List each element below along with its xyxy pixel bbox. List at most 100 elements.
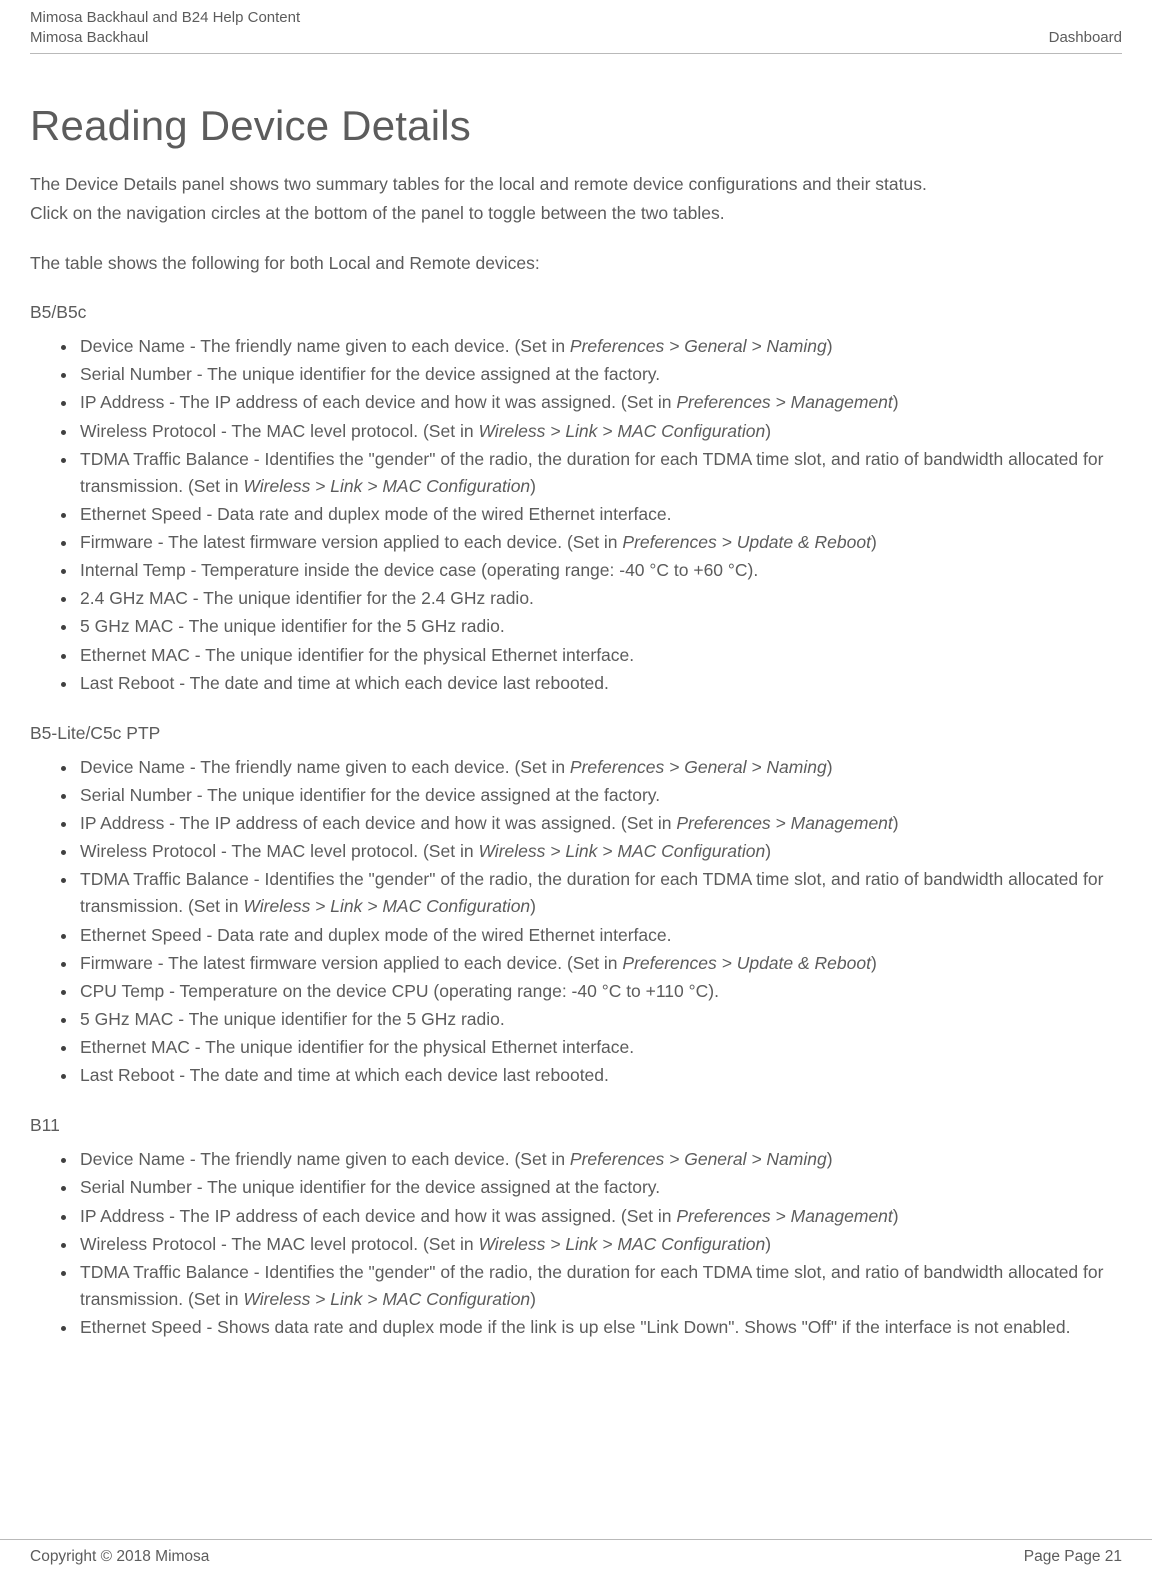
list-item: Serial Number - The unique identifier fo…: [78, 782, 1122, 809]
section-heading: B11: [30, 1115, 1122, 1136]
list-item: TDMA Traffic Balance - Identifies the "g…: [78, 446, 1122, 500]
list-item-tail: ): [827, 1149, 833, 1169]
page-footer: Copyright © 2018 Mimosa Page Page 21: [0, 1539, 1152, 1566]
page-title: Reading Device Details: [30, 102, 1122, 150]
list-item-text: TDMA Traffic Balance - Identifies the "g…: [80, 869, 1103, 916]
nav-path: Wireless > Link > MAC Configuration: [243, 1289, 530, 1309]
page-header: Mimosa Backhaul and B24 Help Content Mim…: [30, 8, 1122, 54]
list-item-text: Wireless Protocol - The MAC level protoc…: [80, 421, 478, 441]
list-item: Firmware - The latest firmware version a…: [78, 529, 1122, 556]
list-item-text: Serial Number - The unique identifier fo…: [80, 785, 660, 805]
list-item: Internal Temp - Temperature inside the d…: [78, 557, 1122, 584]
list-item: Ethernet Speed - Shows data rate and dup…: [78, 1314, 1122, 1341]
list-item-tail: ): [871, 532, 877, 552]
intro-paragraph-3: The table shows the following for both L…: [30, 251, 1122, 276]
nav-path: Preferences > Management: [676, 392, 892, 412]
section-heading: B5/B5c: [30, 302, 1122, 323]
nav-path: Preferences > General > Naming: [570, 336, 827, 356]
list-item-tail: ): [765, 421, 771, 441]
footer-page-number: Page Page 21: [1024, 1548, 1122, 1566]
list-item: Firmware - The latest firmware version a…: [78, 950, 1122, 977]
list-item-text: Wireless Protocol - The MAC level protoc…: [80, 1234, 478, 1254]
list-item-text: Serial Number - The unique identifier fo…: [80, 364, 660, 384]
list-item: Serial Number - The unique identifier fo…: [78, 361, 1122, 388]
list-item: Wireless Protocol - The MAC level protoc…: [78, 418, 1122, 445]
list-item-tail: ): [827, 757, 833, 777]
header-line2-right: Dashboard: [1049, 28, 1122, 48]
nav-path: Preferences > General > Naming: [570, 1149, 827, 1169]
list-item-tail: ): [765, 841, 771, 861]
detail-list: Device Name - The friendly name given to…: [30, 754, 1122, 1090]
nav-path: Preferences > Update & Reboot: [622, 532, 871, 552]
list-item-tail: ): [530, 896, 536, 916]
list-item-tail: ): [893, 813, 899, 833]
list-item: IP Address - The IP address of each devi…: [78, 389, 1122, 416]
nav-path: Wireless > Link > MAC Configuration: [478, 421, 765, 441]
list-item: TDMA Traffic Balance - Identifies the "g…: [78, 1259, 1122, 1313]
footer-copyright: Copyright © 2018 Mimosa: [30, 1548, 209, 1566]
list-item-text: Wireless Protocol - The MAC level protoc…: [80, 841, 478, 861]
section-heading: B5-Lite/C5c PTP: [30, 723, 1122, 744]
list-item-text: IP Address - The IP address of each devi…: [80, 1206, 676, 1226]
list-item-text: IP Address - The IP address of each devi…: [80, 392, 676, 412]
list-item: Device Name - The friendly name given to…: [78, 333, 1122, 360]
list-item-tail: ): [827, 336, 833, 356]
detail-list: Device Name - The friendly name given to…: [30, 1146, 1122, 1341]
list-item-tail: ): [893, 1206, 899, 1226]
list-item-text: Ethernet Speed - Data rate and duplex mo…: [80, 504, 671, 524]
list-item-text: Internal Temp - Temperature inside the d…: [80, 560, 758, 580]
list-item-text: Ethernet Speed - Shows data rate and dup…: [80, 1317, 1071, 1337]
list-item-text: Firmware - The latest firmware version a…: [80, 532, 622, 552]
nav-path: Preferences > Update & Reboot: [622, 953, 871, 973]
list-item: IP Address - The IP address of each devi…: [78, 1203, 1122, 1230]
list-item-tail: ): [871, 953, 877, 973]
list-item: 2.4 GHz MAC - The unique identifier for …: [78, 585, 1122, 612]
list-item-text: IP Address - The IP address of each devi…: [80, 813, 676, 833]
list-item: 5 GHz MAC - The unique identifier for th…: [78, 1006, 1122, 1033]
list-item-tail: ): [765, 1234, 771, 1254]
list-item: Ethernet Speed - Data rate and duplex mo…: [78, 501, 1122, 528]
list-item-text: Ethernet MAC - The unique identifier for…: [80, 1037, 634, 1057]
nav-path: Wireless > Link > MAC Configuration: [243, 476, 530, 496]
list-item: Wireless Protocol - The MAC level protoc…: [78, 838, 1122, 865]
list-item: 5 GHz MAC - The unique identifier for th…: [78, 613, 1122, 640]
detail-list: Device Name - The friendly name given to…: [30, 333, 1122, 697]
list-item-text: 5 GHz MAC - The unique identifier for th…: [80, 616, 505, 636]
nav-path: Preferences > Management: [676, 813, 892, 833]
list-item-text: Device Name - The friendly name given to…: [80, 1149, 570, 1169]
list-item-tail: ): [530, 476, 536, 496]
list-item-text: Serial Number - The unique identifier fo…: [80, 1177, 660, 1197]
list-item: Device Name - The friendly name given to…: [78, 754, 1122, 781]
list-item: Last Reboot - The date and time at which…: [78, 1062, 1122, 1089]
list-item-text: TDMA Traffic Balance - Identifies the "g…: [80, 449, 1103, 496]
list-item: Serial Number - The unique identifier fo…: [78, 1174, 1122, 1201]
list-item-text: 2.4 GHz MAC - The unique identifier for …: [80, 588, 534, 608]
header-line2-left: Mimosa Backhaul: [30, 28, 148, 48]
nav-path: Wireless > Link > MAC Configuration: [478, 841, 765, 861]
list-item: CPU Temp - Temperature on the device CPU…: [78, 978, 1122, 1005]
list-item: Device Name - The friendly name given to…: [78, 1146, 1122, 1173]
nav-path: Preferences > Management: [676, 1206, 892, 1226]
header-line1: Mimosa Backhaul and B24 Help Content: [30, 8, 1122, 28]
list-item-text: Last Reboot - The date and time at which…: [80, 1065, 609, 1085]
list-item-text: Device Name - The friendly name given to…: [80, 757, 570, 777]
list-item: Ethernet MAC - The unique identifier for…: [78, 1034, 1122, 1061]
list-item: Wireless Protocol - The MAC level protoc…: [78, 1231, 1122, 1258]
list-item-text: Firmware - The latest firmware version a…: [80, 953, 622, 973]
nav-path: Wireless > Link > MAC Configuration: [478, 1234, 765, 1254]
list-item: Ethernet MAC - The unique identifier for…: [78, 642, 1122, 669]
list-item-text: Ethernet MAC - The unique identifier for…: [80, 645, 634, 665]
nav-path: Wireless > Link > MAC Configuration: [243, 896, 530, 916]
list-item-text: Last Reboot - The date and time at which…: [80, 673, 609, 693]
intro-paragraph-1: The Device Details panel shows two summa…: [30, 172, 1122, 197]
list-item: Last Reboot - The date and time at which…: [78, 670, 1122, 697]
list-item-text: CPU Temp - Temperature on the device CPU…: [80, 981, 719, 1001]
list-item-text: Ethernet Speed - Data rate and duplex mo…: [80, 925, 671, 945]
intro-paragraph-2: Click on the navigation circles at the b…: [30, 201, 1122, 226]
list-item-text: 5 GHz MAC - The unique identifier for th…: [80, 1009, 505, 1029]
list-item-text: Device Name - The friendly name given to…: [80, 336, 570, 356]
list-item: IP Address - The IP address of each devi…: [78, 810, 1122, 837]
nav-path: Preferences > General > Naming: [570, 757, 827, 777]
list-item-tail: ): [530, 1289, 536, 1309]
list-item-tail: ): [893, 392, 899, 412]
